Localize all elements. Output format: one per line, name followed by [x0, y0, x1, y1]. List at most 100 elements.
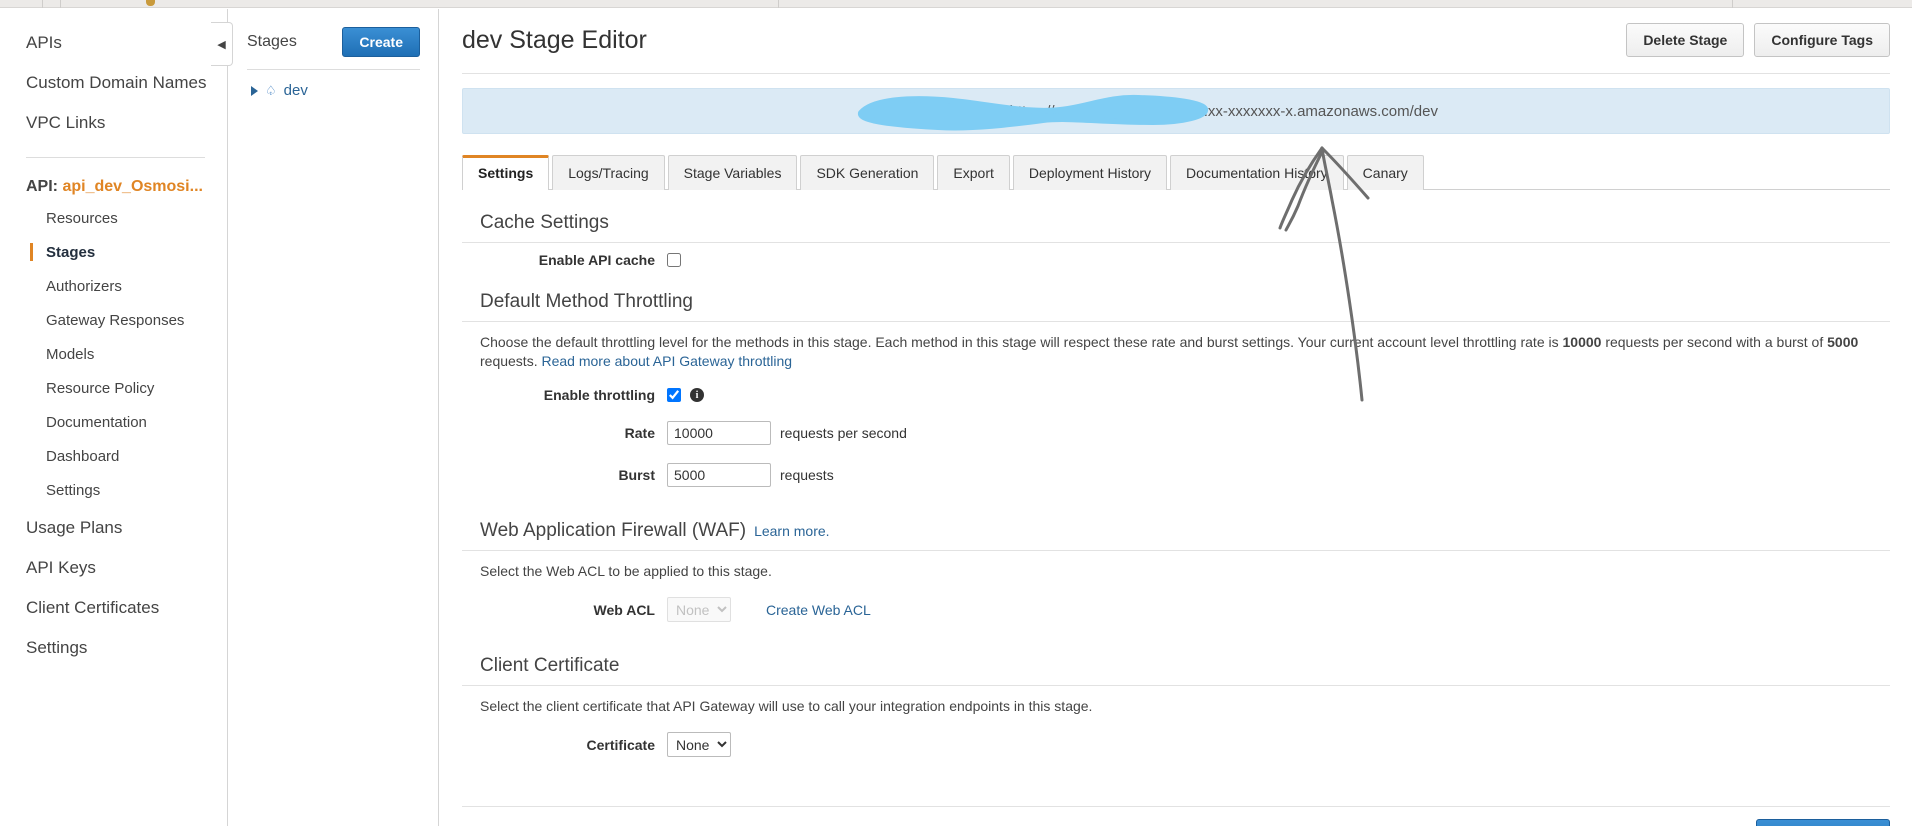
sidebar-item-label: Gateway Responses — [46, 312, 185, 329]
certificate-label: Certificate — [586, 736, 655, 753]
cache-settings-heading: Cache Settings — [462, 198, 1890, 243]
stages-panel: Stages Create ♤ dev — [229, 9, 439, 826]
enable-throttling-label: Enable throttling — [543, 387, 655, 403]
waf-description: Select the Web ACL to be applied to this… — [480, 563, 772, 579]
client-certificate-heading: Client Certificate — [462, 641, 1890, 686]
create-web-acl-link[interactable]: Create Web ACL — [766, 602, 871, 618]
sidebar-item-usage-plans[interactable]: Usage Plans — [0, 508, 227, 548]
tab-canary[interactable]: Canary — [1346, 155, 1424, 190]
stage-tree-item-dev[interactable]: ♤ dev — [247, 70, 420, 99]
throttling-description: Choose the default throttling level for … — [462, 322, 1890, 371]
throttling-desc-part3: requests. — [480, 353, 542, 369]
sidebar-item-dashboard[interactable]: Dashboard — [0, 440, 227, 474]
rate-unit-label: requests per second — [780, 425, 907, 441]
client-certificate-description: Select the client certificate that API G… — [480, 698, 1093, 714]
web-acl-label: Web ACL — [593, 601, 655, 618]
sidebar-divider — [26, 157, 205, 158]
certificate-select[interactable]: None — [667, 732, 731, 757]
sidebar-item-label: Custom Domain Names — [26, 73, 207, 92]
web-acl-row: Web ACL None Create Web ACL — [462, 581, 1890, 631]
certificate-row: Certificate None — [462, 716, 1890, 766]
sidebar-item-label: Authorizers — [46, 278, 122, 295]
sidebar-item-label: Settings — [26, 638, 88, 657]
info-icon[interactable]: i — [690, 388, 704, 402]
sidebar-api-heading: API: api_dev_Osmosi... — [0, 172, 227, 202]
stage-tabs: Settings Logs/Tracing Stage Variables SD… — [462, 154, 1890, 191]
tab-logs-tracing[interactable]: Logs/Tracing — [552, 155, 665, 190]
sidebar-item-api-settings[interactable]: Settings — [0, 474, 227, 508]
save-changes-button[interactable]: Save Changes — [1756, 819, 1890, 826]
burst-input[interactable] — [667, 463, 771, 487]
enable-api-cache-checkbox[interactable] — [667, 253, 681, 267]
sidebar-item-label: Stages — [46, 244, 96, 261]
enable-api-cache-row: Enable API cache — [462, 243, 1890, 277]
tab-deployment-history[interactable]: Deployment History — [1012, 155, 1168, 190]
sidebar-item-stages[interactable]: Stages — [0, 236, 227, 270]
chevron-right-icon[interactable] — [251, 85, 258, 96]
stage-tree-item-label: dev — [283, 82, 308, 99]
stage-node-icon: ♤ — [265, 83, 277, 98]
page-title: dev Stage Editor — [462, 25, 647, 54]
tab-label: Documentation History — [1186, 165, 1328, 181]
read-more-throttling-link[interactable]: Read more about API Gateway throttling — [541, 353, 792, 369]
throttling-desc-part2: requests per second with a burst of — [1601, 334, 1828, 350]
stage-editor-page: APIs Custom Domain Names VPC Links API: … — [0, 0, 1912, 826]
header-actions: Delete Stage Configure Tags — [1626, 23, 1890, 57]
sidebar-item-client-certificates[interactable]: Client Certificates — [0, 588, 227, 628]
sidebar-item-label: Documentation — [46, 414, 147, 431]
sidebar-item-models[interactable]: Models — [0, 338, 227, 372]
rate-row: Rate requests per second — [462, 412, 1890, 454]
sidebar-item-label: Resources — [46, 210, 118, 227]
tab-label: Canary — [1362, 165, 1408, 181]
api-prefix-label: API: — [26, 178, 58, 195]
sidebar-item-label: Settings — [46, 482, 101, 499]
tab-stage-variables[interactable]: Stage Variables — [667, 155, 798, 190]
default-method-throttling-heading: Default Method Throttling — [462, 277, 1890, 322]
settings-panel: Cache Settings Enable API cache Default … — [462, 190, 1890, 826]
sidebar-item-vpc-links[interactable]: VPC Links — [0, 103, 227, 143]
sidebar-item-resource-policy[interactable]: Resource Policy — [0, 372, 227, 406]
rate-label: Rate — [624, 425, 655, 441]
sidebar-collapse-button[interactable]: ◀ — [211, 22, 233, 66]
tab-label: Deployment History — [1028, 165, 1152, 181]
burst-label: Burst — [618, 467, 655, 483]
tab-export[interactable]: Export — [937, 155, 1010, 190]
stages-panel-header: Stages Create — [247, 27, 420, 70]
tab-favicon-icon — [146, 0, 155, 6]
web-acl-select[interactable]: None — [667, 597, 731, 622]
sidebar-item-apis[interactable]: APIs — [0, 23, 227, 63]
enable-throttling-row: Enable throttling i — [462, 371, 1890, 412]
sidebar-item-documentation[interactable]: Documentation — [0, 406, 227, 440]
tab-label: Stage Variables — [683, 165, 782, 181]
sidebar-item-label: Models — [46, 346, 95, 363]
sidebar-item-gateway-responses[interactable]: Gateway Responses — [0, 304, 227, 338]
tab-documentation-history[interactable]: Documentation History — [1170, 155, 1344, 190]
configure-tags-button[interactable]: Configure Tags — [1754, 23, 1890, 57]
waf-title-label: Web Application Firewall (WAF) — [480, 520, 747, 541]
sidebar-item-api-keys[interactable]: API Keys — [0, 548, 227, 588]
burst-unit-label: requests — [780, 467, 834, 483]
sidebar-item-custom-domain-names[interactable]: Custom Domain Names — [0, 63, 227, 103]
sidebar-item-label: Resource Policy — [46, 380, 155, 397]
chevron-left-icon: ◀ — [217, 38, 226, 51]
throttling-desc-part1: Choose the default throttling level for … — [480, 334, 1563, 350]
main-content: dev Stage Editor Delete Stage Configure … — [440, 9, 1912, 826]
enable-throttling-checkbox[interactable] — [667, 388, 681, 402]
tab-settings[interactable]: Settings — [462, 155, 550, 191]
waf-learn-more-link[interactable]: Learn more. — [754, 523, 829, 539]
invoke-url-banner: Invoke URL: https://xxxxxxxxx.execute-ap… — [462, 88, 1890, 134]
account-rate-value: 10000 — [1562, 334, 1602, 350]
rate-input[interactable] — [667, 421, 771, 445]
invoke-url-label: Invoke URL: — [914, 102, 1002, 120]
sidebar-item-label: Usage Plans — [26, 518, 123, 537]
invoke-url-value[interactable]: https://xxxxxxxxx.execute-api.xx-xxxxxxx… — [1010, 103, 1438, 120]
page-header: dev Stage Editor Delete Stage Configure … — [462, 9, 1890, 74]
delete-stage-button[interactable]: Delete Stage — [1626, 23, 1745, 57]
sidebar-item-resources[interactable]: Resources — [0, 202, 227, 236]
sidebar-item-settings[interactable]: Settings — [0, 628, 227, 668]
stages-panel-title: Stages — [247, 33, 297, 50]
tab-label: SDK Generation — [816, 165, 919, 181]
sidebar-item-authorizers[interactable]: Authorizers — [0, 270, 227, 304]
tab-sdk-generation[interactable]: SDK Generation — [800, 155, 935, 190]
create-stage-button[interactable]: Create — [342, 27, 420, 57]
